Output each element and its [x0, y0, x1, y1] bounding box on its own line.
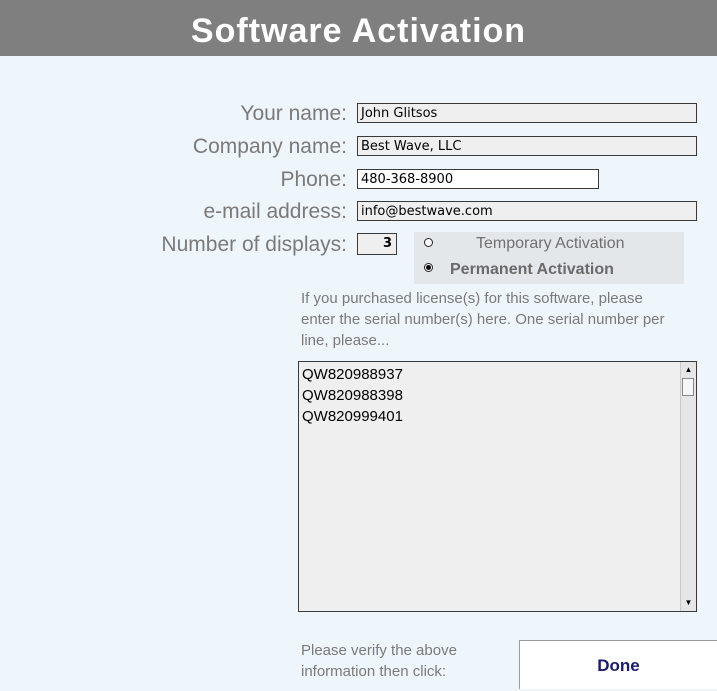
phone-label: Phone:	[280, 168, 347, 191]
permanent-activation-label[interactable]: Permanent Activation	[450, 261, 614, 279]
activation-type-group: Temporary Activation Permanent Activatio…	[414, 232, 684, 284]
serial-line: QW820988398	[302, 387, 403, 404]
email-label: e-mail address:	[203, 200, 347, 223]
serial-instructions: If you purchased license(s) for this sof…	[301, 290, 665, 349]
name-field[interactable]: John Glitsos	[357, 103, 697, 123]
temporary-activation-label[interactable]: Temporary Activation	[476, 235, 625, 253]
window-title: Software Activation	[0, 0, 717, 56]
serial-list: QW820988937 QW820988398 QW820999401	[302, 364, 403, 427]
temporary-activation-radio[interactable]	[424, 238, 433, 247]
serial-numbers-textarea[interactable]: QW820988937 QW820988398 QW820999401 ▲ ▼	[298, 361, 697, 612]
permanent-activation-radio[interactable]	[424, 263, 433, 272]
done-button[interactable]: Done	[519, 640, 717, 689]
serial-line: QW820988937	[302, 366, 403, 383]
scrollbar-thumb[interactable]	[682, 378, 694, 396]
email-field[interactable]: info@bestwave.com	[357, 201, 697, 221]
phone-field[interactable]: 480-368-8900	[357, 169, 599, 189]
serial-line: QW820999401	[302, 408, 403, 425]
vertical-scrollbar[interactable]: ▲ ▼	[680, 362, 696, 611]
verify-instructions: Please verify the above information then…	[301, 642, 457, 680]
scroll-up-arrow-icon[interactable]: ▲	[681, 363, 696, 377]
name-label: Your name:	[240, 102, 347, 125]
company-field[interactable]: Best Wave, LLC	[357, 136, 697, 156]
displays-label: Number of displays:	[161, 233, 347, 256]
scroll-down-arrow-icon[interactable]: ▼	[681, 596, 696, 610]
company-label: Company name:	[192, 135, 347, 158]
displays-count-field[interactable]: 3	[357, 233, 397, 255]
